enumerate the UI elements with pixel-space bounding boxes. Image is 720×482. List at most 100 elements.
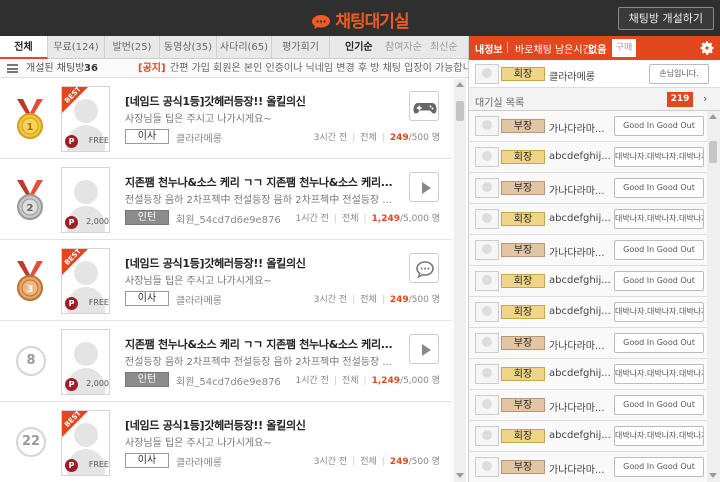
my-avatar[interactable] (475, 64, 499, 84)
waitlist-row[interactable]: 회장 abcdefghij...대박나자.대박나자.대박나자대박나자 (469, 142, 707, 173)
waitlist-row[interactable]: 부장 가나다라마... Good In Good Out (469, 390, 707, 421)
waitlist-row[interactable]: 회장 abcdefghij...대박나자.대박나자.대박나자대박나자 (469, 204, 707, 235)
tab-review[interactable]: 평가회기(24) (272, 36, 330, 76)
waitlist-row[interactable]: 회장 abcdefghij... Good In Good Out (469, 266, 707, 297)
room-title[interactable]: 지존팸 천누나&소스 케리 ㄱㄱ 지존팸 천누나&소스 케리... (125, 174, 393, 190)
user-avatar[interactable] (475, 333, 499, 353)
host-name: 회원_54cd7d6e9e876 (176, 215, 281, 226)
user-nickname[interactable]: abcdefghij... (549, 213, 611, 224)
top-header: 채팅대기실 채팅방 개설하기 (0, 0, 720, 36)
room-title[interactable]: 지존팸 천누나&소스 케리 ㄱㄱ 지존팸 천누나&소스 케리... (125, 336, 393, 352)
chat-icon[interactable] (409, 253, 439, 283)
direct-chat-value: 없음 (588, 45, 607, 56)
gamepad-icon[interactable] (409, 91, 439, 121)
user-avatar[interactable] (475, 364, 499, 384)
waitlist-count: 219 (667, 92, 693, 107)
user-avatar[interactable] (475, 457, 499, 477)
user-nickname[interactable]: abcdefghij... (549, 151, 611, 162)
scrollbar-thumb[interactable] (709, 141, 717, 163)
scroll-down-icon[interactable] (456, 473, 464, 478)
rank-number: 8 (16, 346, 46, 376)
room-meta: 3시간 전 | 전체 | 249/500 명 (313, 295, 440, 305)
user-nickname[interactable]: 가나다라마... (549, 182, 605, 197)
room-capacity: /500 명 (408, 133, 440, 143)
room-list-scrollbar[interactable] (454, 79, 466, 482)
host-role-badge: 이사 (125, 291, 169, 306)
tab-all[interactable]: 전체(158) (0, 36, 48, 76)
room-price: 2,000 (86, 217, 109, 226)
room-price: FREE (88, 460, 109, 469)
user-avatar[interactable] (475, 147, 499, 167)
waitlist-scrollbar[interactable] (707, 111, 720, 482)
user-nickname[interactable]: 가나다라마... (549, 399, 605, 414)
tab-balbeon[interactable]: 발번(25) (105, 36, 160, 59)
my-info-label[interactable]: 내정보 (475, 41, 503, 56)
sort-latest[interactable]: 최신순 (430, 36, 458, 59)
user-avatar[interactable] (475, 302, 499, 322)
waitlist-row[interactable]: 부장 가나다라마... Good In Good Out (469, 452, 707, 482)
avatar-placeholder-icon (74, 180, 98, 204)
room-title[interactable]: [네임드 공식1등]갓헤러등장!! 올킬의신 (125, 93, 306, 109)
room-current-users: 249 (389, 295, 409, 305)
user-role-badge: 회장 (501, 212, 545, 226)
user-nickname[interactable]: abcdefghij... (549, 430, 611, 441)
user-nickname[interactable]: 가나다라마... (549, 244, 605, 259)
room-title[interactable]: [네임드 공식1등]갓헤러등장!! 올킬의신 (125, 417, 306, 433)
scroll-down-icon[interactable] (709, 473, 717, 478)
room-category: 전체 (341, 376, 359, 386)
tab-free[interactable]: 무료(124) (48, 36, 105, 59)
user-avatar[interactable] (475, 395, 499, 415)
user-avatar[interactable] (475, 116, 499, 136)
waitlist-row[interactable]: 회장 abcdefghij...대박나자.대박나자.대박나자대박나자 (469, 359, 707, 390)
room-item[interactable]: 22 BEST P FREE [네임드 공식1등]갓헤러등장!! 올킬의신 사장… (0, 403, 452, 482)
user-nickname[interactable]: 가나다라마... (549, 461, 605, 476)
user-role-badge: 부장 (501, 243, 545, 257)
scroll-up-icon[interactable] (456, 82, 464, 87)
gear-icon[interactable] (699, 40, 715, 56)
user-nickname[interactable]: 가나다라마... (549, 120, 605, 135)
room-current-users: 1,249 (371, 214, 401, 224)
host-name: 회원_54cd7d6e9e876 (176, 377, 281, 388)
user-nickname[interactable]: abcdefghij... (549, 275, 611, 286)
sort-participants[interactable]: 참여자순 (385, 36, 422, 59)
play-icon[interactable] (409, 334, 439, 364)
waitlist-row[interactable]: 부장 가나다라마... Good In Good Out (469, 111, 707, 142)
user-role-badge: 부장 (501, 119, 545, 133)
point-icon: P (65, 216, 78, 229)
user-nickname[interactable]: abcdefghij... (549, 368, 611, 379)
sort-popular[interactable]: 인기순 (345, 36, 373, 59)
user-nickname[interactable]: abcdefghij... (549, 306, 611, 317)
user-nickname[interactable]: 가나다라마... (549, 337, 605, 352)
user-avatar[interactable] (475, 209, 499, 229)
room-current-users: 249 (389, 133, 409, 143)
scroll-up-icon[interactable] (709, 114, 717, 119)
chevron-right-icon[interactable]: › (703, 92, 707, 105)
user-avatar[interactable] (475, 178, 499, 198)
notice-tag: [공지] (138, 63, 166, 74)
play-icon[interactable] (409, 172, 439, 202)
my-profile-row: 회장 클라라메롱 손님입니다. (469, 60, 720, 88)
room-item[interactable]: 8 P 2,000 지존팸 천누나&소스 케리 ㄱㄱ 지존팸 천누나&소스 케리… (0, 322, 452, 402)
waitlist-row[interactable]: 회장 abcdefghij...대박나자.대박나자.대박나자대박나자 (469, 297, 707, 328)
waitlist-row[interactable]: 부장 가나다라마... Good In Good Out (469, 328, 707, 359)
room-description: 사장님들 팁은 주시고 나가시게요~ (125, 438, 272, 449)
user-avatar[interactable] (475, 271, 499, 291)
waitlist-row[interactable]: 회장 abcdefghij...대박나자.대박나자.대박나자대박나자 (469, 421, 707, 452)
buy-button[interactable]: 구매 (612, 39, 636, 57)
room-title[interactable]: [네임드 공식1등]갓헤러등장!! 올킬의신 (125, 255, 306, 271)
tab-ladder[interactable]: 사다리(65) (217, 36, 272, 59)
notice-text[interactable]: 간편 가입 회원은 본인 인증이나 닉네임 변경 후 방 채팅 입장이 가능합니… (170, 59, 484, 78)
user-avatar[interactable] (475, 240, 499, 260)
room-item[interactable]: 2 P 2,000 지존팸 천누나&소스 케리 ㄱㄱ 지존팸 천누나&소스 케리… (0, 160, 452, 240)
room-item[interactable]: 1 BEST P FREE [네임드 공식1등]갓헤러등장!! 올킬의신 사장님… (0, 79, 452, 159)
waitlist-row[interactable]: 부장 가나다라마... Good In Good Out (469, 173, 707, 204)
user-status-bubble: Good In Good Out (614, 178, 704, 198)
waitlist-row[interactable]: 부장 가나다라마... Good In Good Out (469, 235, 707, 266)
tab-video[interactable]: 동영상(35) (160, 36, 217, 59)
room-item[interactable]: 3 BEST P FREE [네임드 공식1등]갓헤러등장!! 올킬의신 사장님… (0, 241, 452, 321)
my-status-bubble: 손님입니다. (649, 64, 709, 84)
room-description: 전설등장 음하 2차프젝中 전설등장 음하 2차프젝中 전설등장 ... (125, 357, 392, 368)
open-chat-room-button[interactable]: 채팅방 개설하기 (617, 7, 714, 30)
scrollbar-thumb[interactable] (456, 101, 464, 121)
user-avatar[interactable] (475, 426, 499, 446)
